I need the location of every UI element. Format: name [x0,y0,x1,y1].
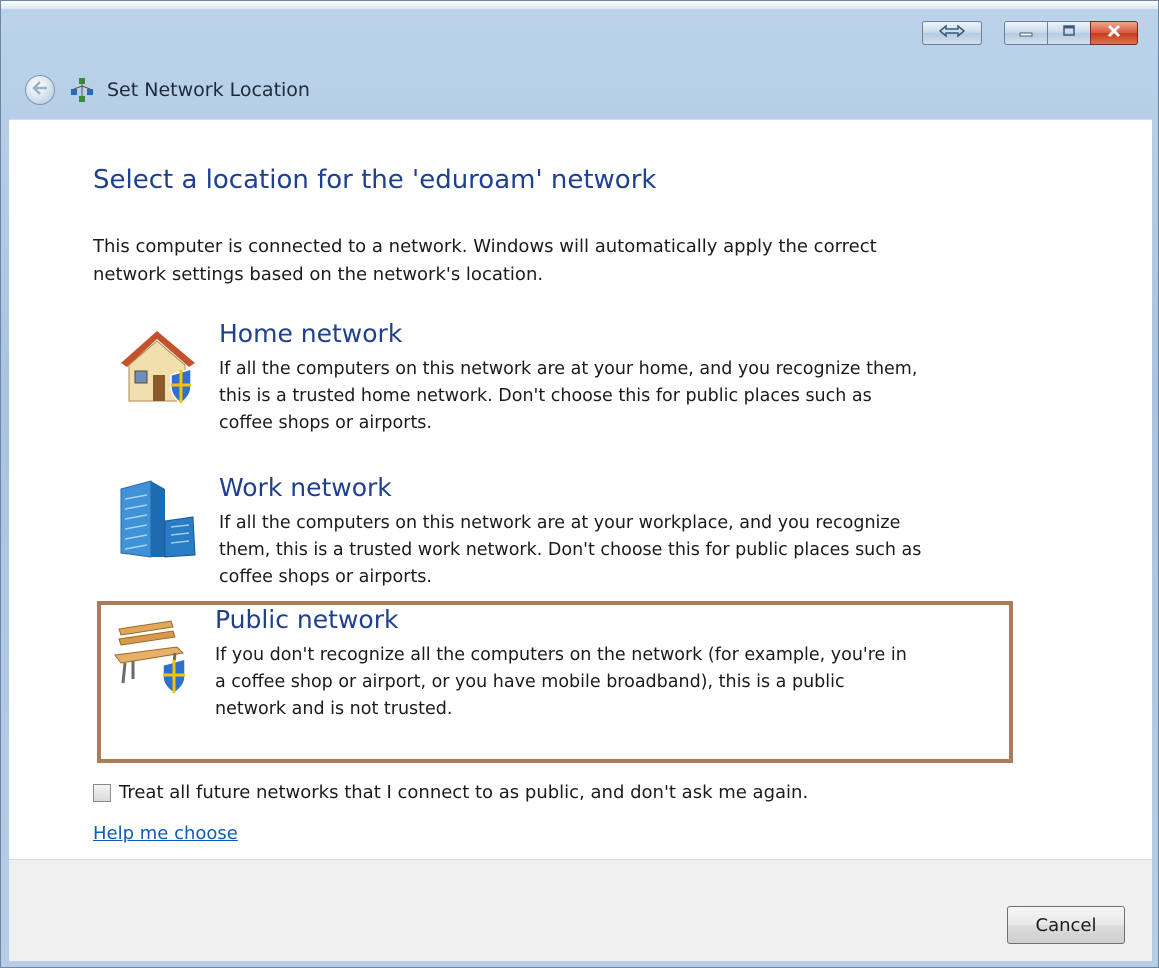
treat-public-row: Treat all future networks that I connect… [93,782,808,803]
office-building-icon [115,477,201,563]
option-description-line: If you don't recognize all the computers… [215,645,907,665]
dialog-window: Set Network Location Select a location f… [0,0,1159,968]
maximize-button[interactable] [1047,21,1091,45]
dialog-footer: Cancel [9,859,1152,961]
work-network-option[interactable]: Work network If all the computers on thi… [101,469,1011,615]
option-description-line: If all the computers on this network are… [219,513,901,533]
home-network-option[interactable]: Home network If all the computers on thi… [101,315,1011,461]
window-controls [1004,21,1138,45]
option-description: If all the computers on this network are… [219,510,989,591]
window-title: Set Network Location [107,79,310,101]
option-description: If you don't recognize all the computers… [215,642,985,723]
option-description-line: If all the computers on this network are… [219,359,918,379]
intro-line-2: network settings based on the network's … [93,264,544,285]
intro-line-1: This computer is connected to a network.… [93,236,877,257]
park-bench-shield-icon [111,609,197,695]
title-bar-edge [1,1,1158,9]
treat-public-checkbox[interactable] [93,783,111,802]
public-network-option[interactable]: Public network If you don't recognize al… [97,601,1013,763]
cancel-button[interactable]: Cancel [1007,906,1125,944]
option-description-line: a coffee shop or airport, or you have mo… [215,672,845,692]
option-title: Work network [219,473,392,502]
option-description-line: this is a trusted home network. Don't ch… [219,386,872,406]
close-icon [1106,24,1122,43]
intro-text: This computer is connected to a network.… [93,233,993,289]
option-description-line: network and is not trusted. [215,699,453,719]
back-arrow-icon [31,80,49,101]
treat-public-label[interactable]: Treat all future networks that I connect… [119,782,808,803]
back-button[interactable] [25,75,55,105]
minimize-icon [1018,24,1034,42]
page-heading: Select a location for the 'eduroam' netw… [93,165,657,195]
snap-icon [938,23,966,43]
option-title: Public network [215,605,399,634]
house-shield-icon [115,323,201,409]
title-bar [1,1,1158,71]
option-title: Home network [219,319,403,348]
option-description-line: coffee shops or airports. [219,567,432,587]
help-me-choose-link[interactable]: Help me choose [93,823,238,844]
option-description-line: them, this is a trusted work network. Do… [219,540,922,560]
snap-button[interactable] [922,21,982,45]
minimize-button[interactable] [1004,21,1048,45]
network-icon [69,77,95,103]
option-description: If all the computers on this network are… [219,356,989,437]
maximize-icon [1061,24,1077,43]
close-button[interactable] [1090,21,1138,45]
caption-buttons [922,21,1138,45]
content-pane: Select a location for the 'eduroam' netw… [9,119,1152,859]
option-description-line: coffee shops or airports. [219,413,432,433]
